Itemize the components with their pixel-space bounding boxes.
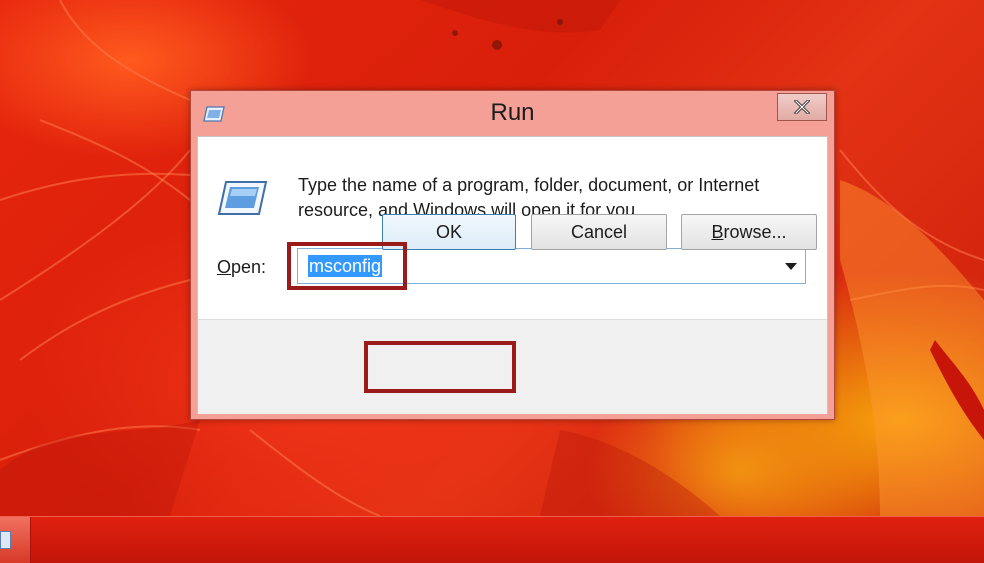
close-button[interactable] [777,93,827,121]
chevron-down-icon[interactable] [785,263,797,270]
command-input-highlight [287,242,407,290]
open-label: Open: [217,257,266,278]
browse-label: rowse... [723,222,787,242]
open-label-mnemonic: O [217,257,232,277]
close-icon [794,100,810,114]
open-label-text: pen: [231,257,267,277]
run-icon [217,181,268,215]
run-icon [0,531,11,549]
dialog-title: Run [490,99,535,126]
browse-button[interactable]: Browse... [681,214,817,250]
ok-button-highlight [364,341,516,393]
taskbar [0,516,984,563]
taskbar-run-button[interactable] [0,517,31,563]
titlebar[interactable]: Run [191,91,834,136]
cancel-button[interactable]: Cancel [531,214,667,250]
browse-mnemonic: B [711,222,724,242]
